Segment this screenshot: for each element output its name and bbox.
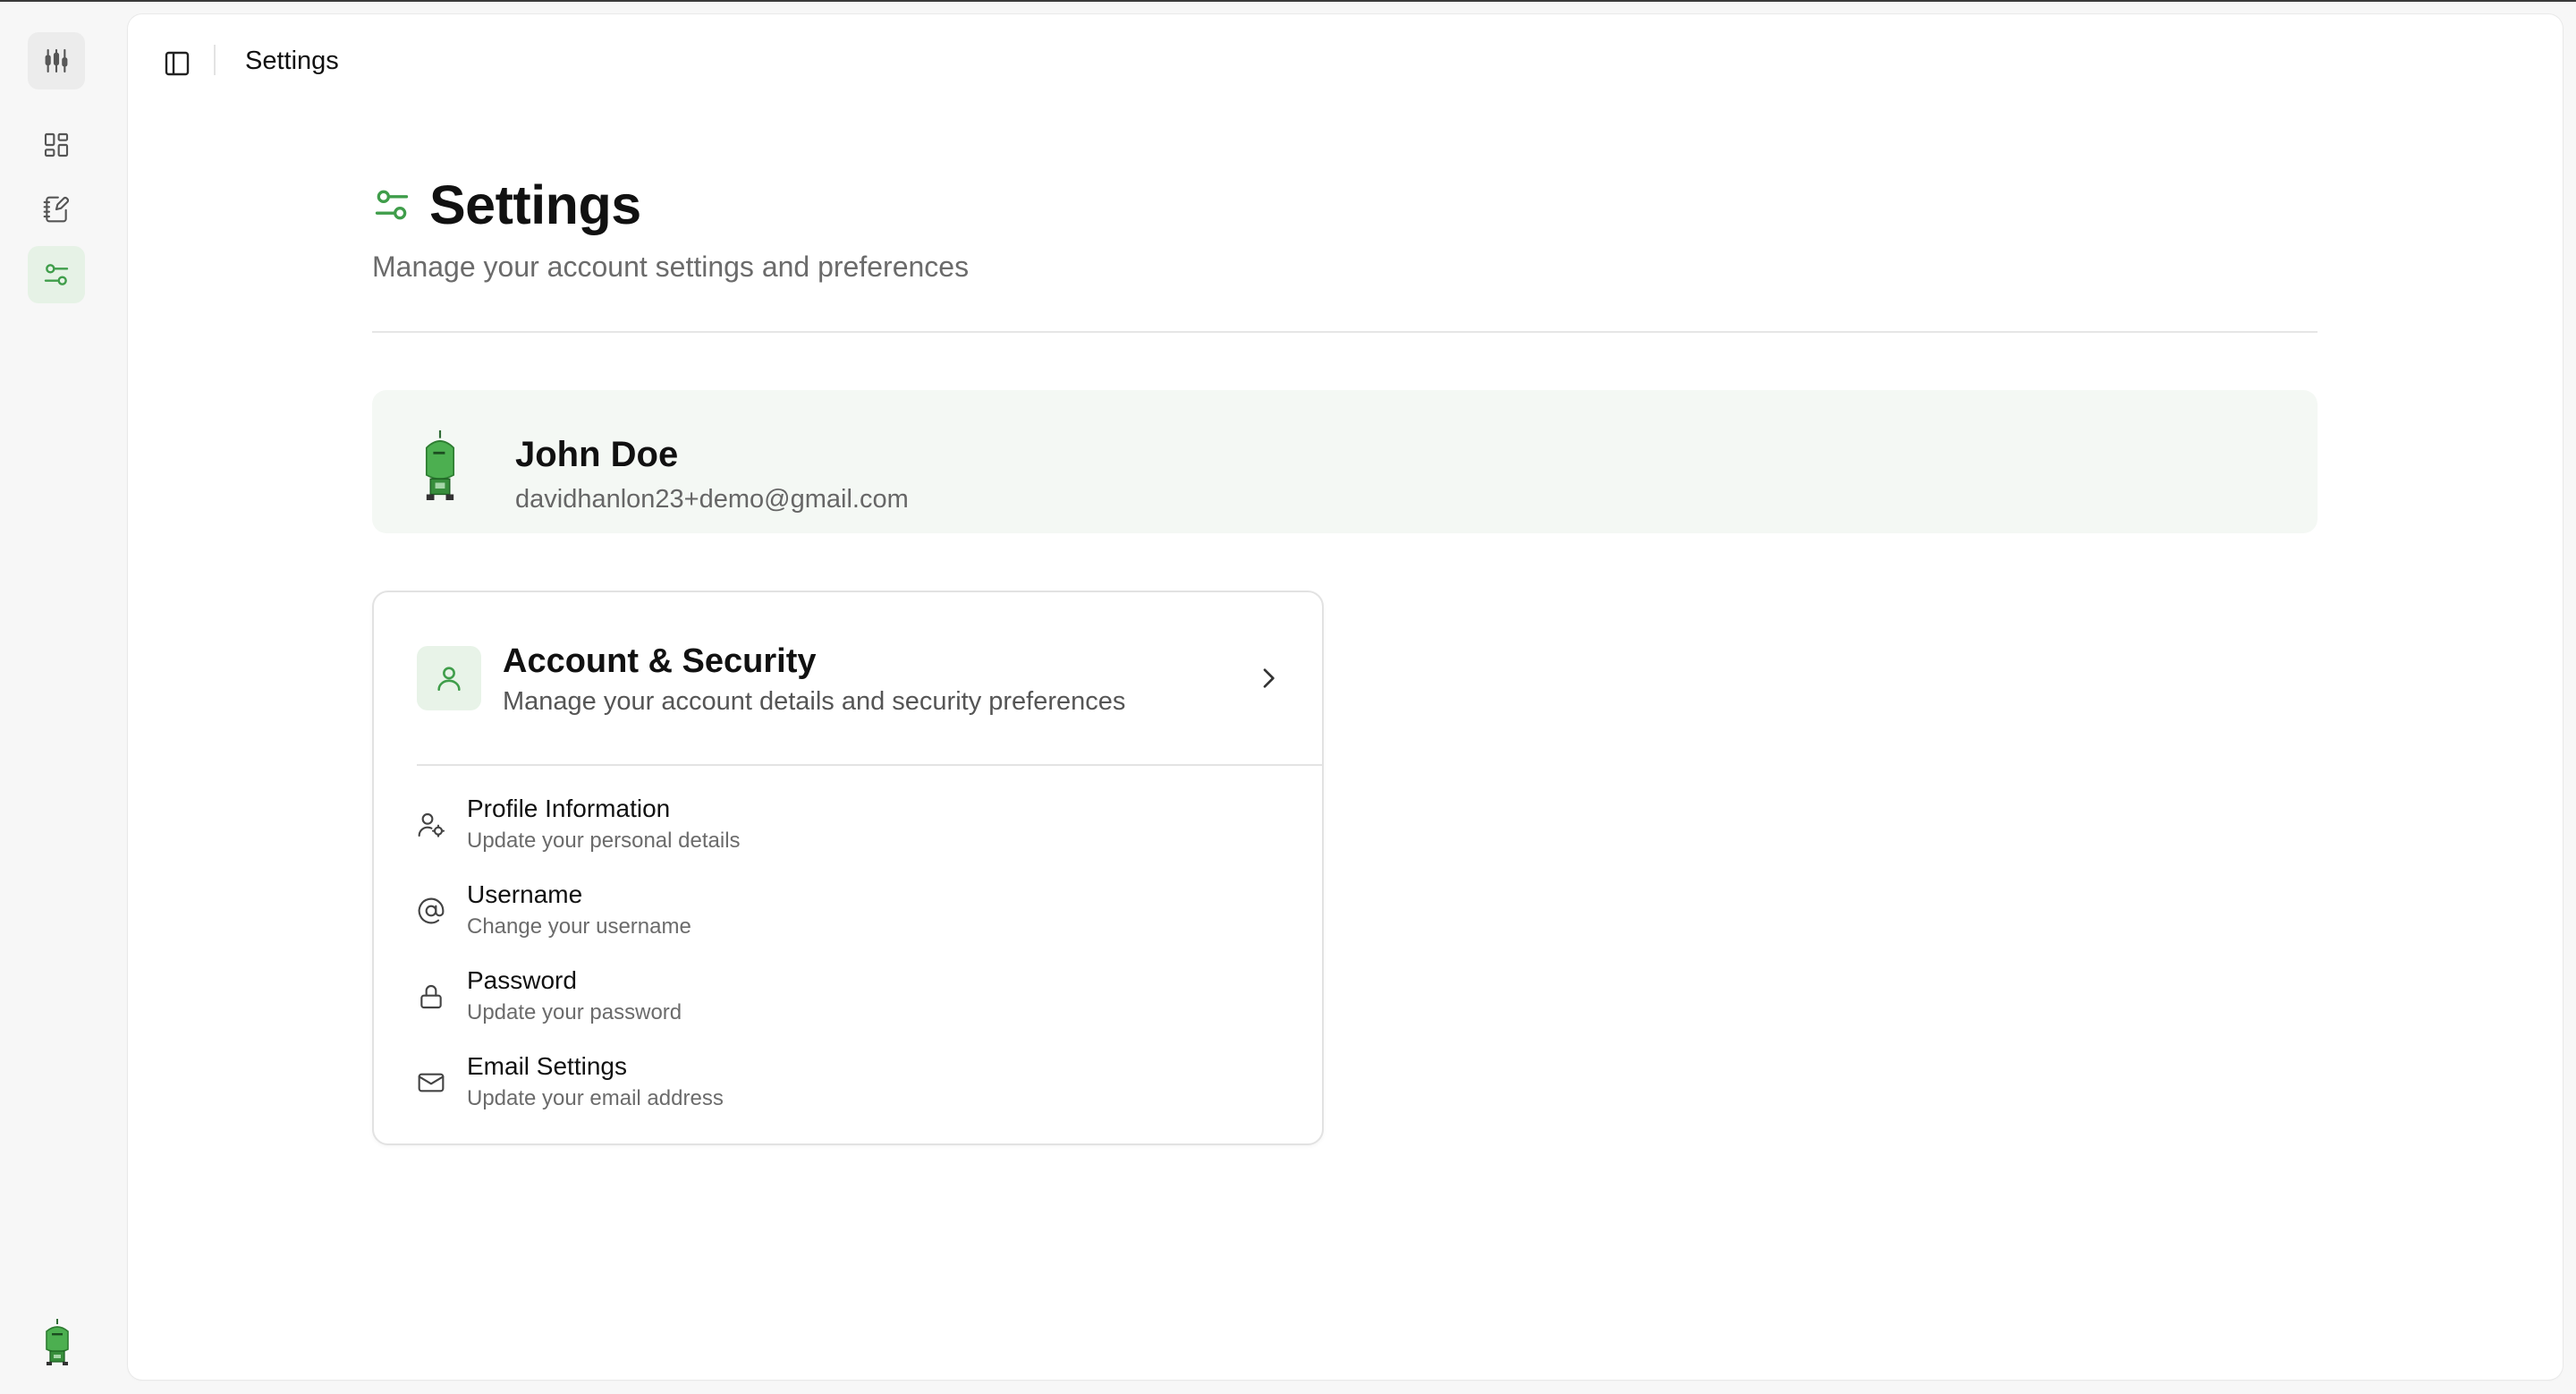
panel-left-icon (165, 51, 190, 76)
page-title: Settings (429, 174, 641, 235)
account-security-card: Account & Security Manage your account d… (372, 591, 1324, 1145)
sidebar-item-notes[interactable] (28, 181, 85, 238)
item-title: Profile Information (467, 795, 671, 822)
profile-card: John Doe davidhanlon23+demo@gmail.com (372, 390, 2318, 533)
breadcrumb: Settings (245, 47, 339, 75)
candlestick-chart-icon (45, 48, 68, 73)
item-title: Email Settings (467, 1052, 627, 1080)
layout-grid-icon (44, 132, 69, 157)
sidebar-rail (0, 2, 128, 1394)
user-avatar[interactable] (36, 1317, 79, 1367)
lock-icon (420, 985, 442, 1009)
notebook-pen-icon (43, 196, 69, 223)
item-description: Update your personal details (467, 829, 741, 853)
profile-name: John Doe (515, 435, 679, 474)
main-panel: Settings Settings Manage your account se… (128, 14, 2563, 1380)
sliders-icon (44, 264, 69, 285)
at-sign-icon (418, 897, 445, 924)
account-security-description: Manage your account details and security… (503, 687, 1126, 716)
item-title: Password (467, 966, 577, 994)
sidebar-item-dashboard[interactable] (28, 116, 85, 174)
user-icon (437, 667, 461, 692)
item-title: Username (467, 880, 583, 908)
item-description: Update your email address (467, 1086, 724, 1110)
account-security-title: Account & Security (503, 642, 817, 680)
profile-email: davidhanlon23+demo@gmail.com (515, 485, 909, 514)
item-description: Change your username (467, 914, 691, 939)
user-cog-icon (418, 812, 445, 837)
chevron-right-icon (1263, 668, 1275, 688)
list-item-username[interactable]: Username Change your username (417, 871, 1283, 957)
account-security-header[interactable]: Account & Security Manage your account d… (417, 642, 1283, 716)
list-item-email-settings[interactable]: Email Settings Update your email address (417, 1043, 1283, 1129)
account-icon-box (417, 646, 481, 710)
window-top-border (0, 0, 2576, 2)
page-subtitle: Manage your account settings and prefere… (372, 251, 970, 283)
sidebar-item-settings[interactable] (28, 246, 85, 303)
sidebar-toggle-button[interactable] (157, 43, 198, 84)
profile-avatar (425, 430, 455, 500)
item-description: Update your password (467, 1000, 682, 1024)
list-item-profile-information[interactable]: Profile Information Update your personal… (417, 786, 1283, 871)
app-logo-button[interactable] (28, 32, 85, 89)
account-settings-list: Profile Information Update your personal… (417, 786, 1283, 1129)
top-bar: Settings (128, 14, 2563, 104)
header-divider (372, 331, 2318, 333)
account-card-divider (417, 764, 1322, 766)
mail-icon (418, 1073, 445, 1092)
sliders-icon (375, 190, 409, 220)
list-item-password[interactable]: Password Update your password (417, 957, 1283, 1043)
topbar-separator (214, 45, 216, 75)
page-title-row: Settings (372, 165, 641, 245)
